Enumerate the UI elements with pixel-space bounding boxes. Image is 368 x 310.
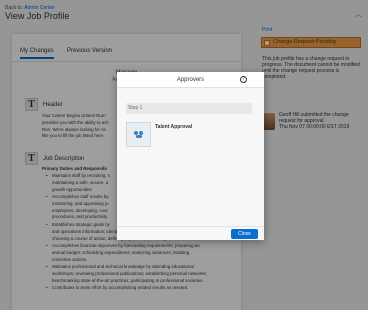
approver-name: Talent Approval — [155, 124, 193, 130]
close-button[interactable]: Close — [231, 229, 258, 239]
approvers-dialog: Approvers ? Step 1 Talent Approval Close — [117, 72, 264, 240]
dialog-footer: Close — [117, 226, 264, 240]
dialog-body: Step 1 Talent Approval — [117, 88, 264, 226]
group-icon — [126, 122, 151, 147]
dialog-title: Approvers — [176, 77, 205, 83]
step-header: Step 1 — [126, 103, 252, 114]
help-icon[interactable]: ? — [240, 76, 247, 83]
dialog-header: Approvers ? — [117, 72, 264, 88]
